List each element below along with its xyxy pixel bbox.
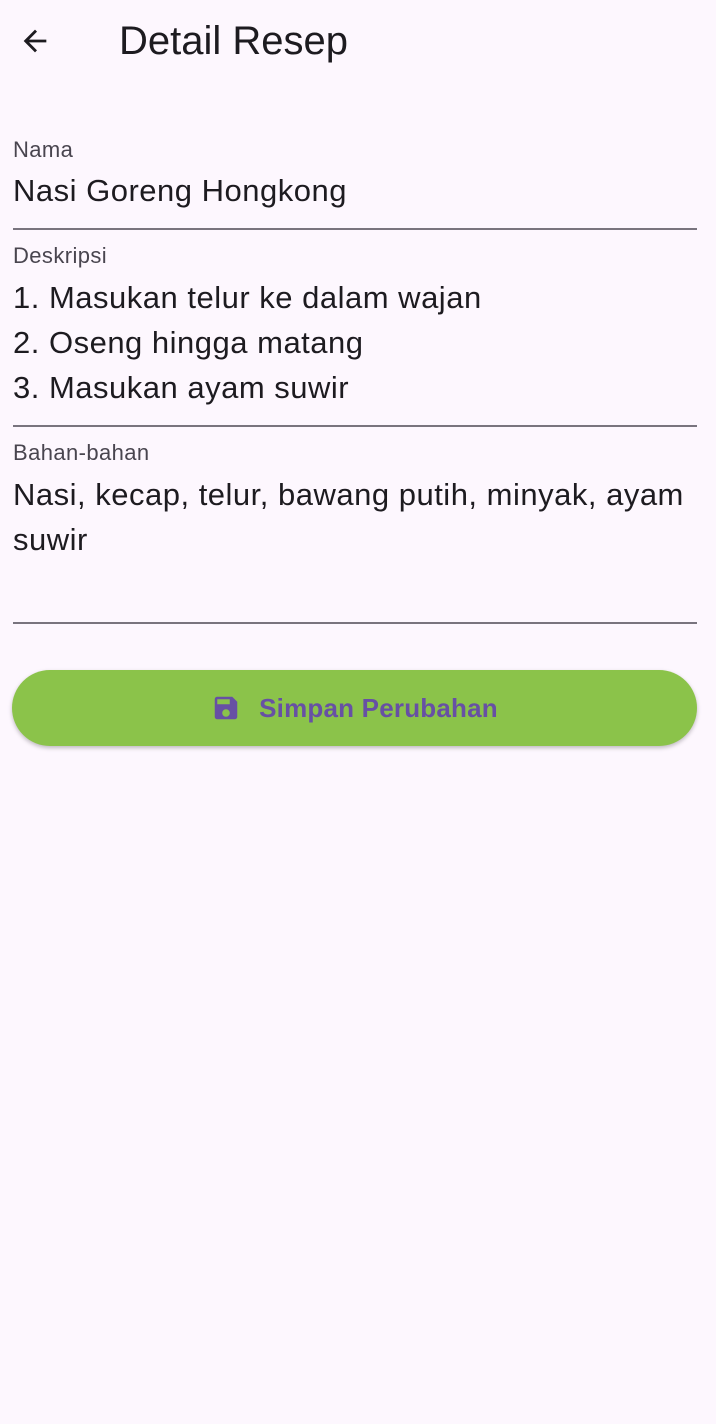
nama-field[interactable]: Nama Nasi Goreng Hongkong — [13, 128, 697, 230]
nama-label: Nama — [13, 137, 74, 162]
bahan-input[interactable]: Nasi, kecap, telur, bawang putih, minyak… — [13, 472, 697, 562]
deskripsi-input[interactable]: 1. Masukan telur ke dalam wajan 2. Oseng… — [13, 275, 697, 410]
deskripsi-field[interactable]: Deskripsi 1. Masukan telur ke dalam waja… — [13, 230, 697, 427]
save-button[interactable]: Simpan Perubahan — [12, 670, 697, 746]
back-button[interactable] — [10, 16, 60, 66]
nama-input[interactable]: Nasi Goreng Hongkong — [13, 168, 697, 213]
bahan-field[interactable]: Bahan-bahan Nasi, kecap, telur, bawang p… — [13, 427, 697, 624]
page-title: Detail Resep — [119, 19, 349, 63]
save-button-label: Simpan Perubahan — [259, 693, 498, 723]
bahan-label: Bahan-bahan — [13, 440, 150, 465]
arrow-back-icon — [23, 29, 47, 53]
app-bar: Detail Resep — [0, 0, 716, 82]
save-icon — [211, 693, 241, 723]
deskripsi-label: Deskripsi — [13, 243, 108, 268]
